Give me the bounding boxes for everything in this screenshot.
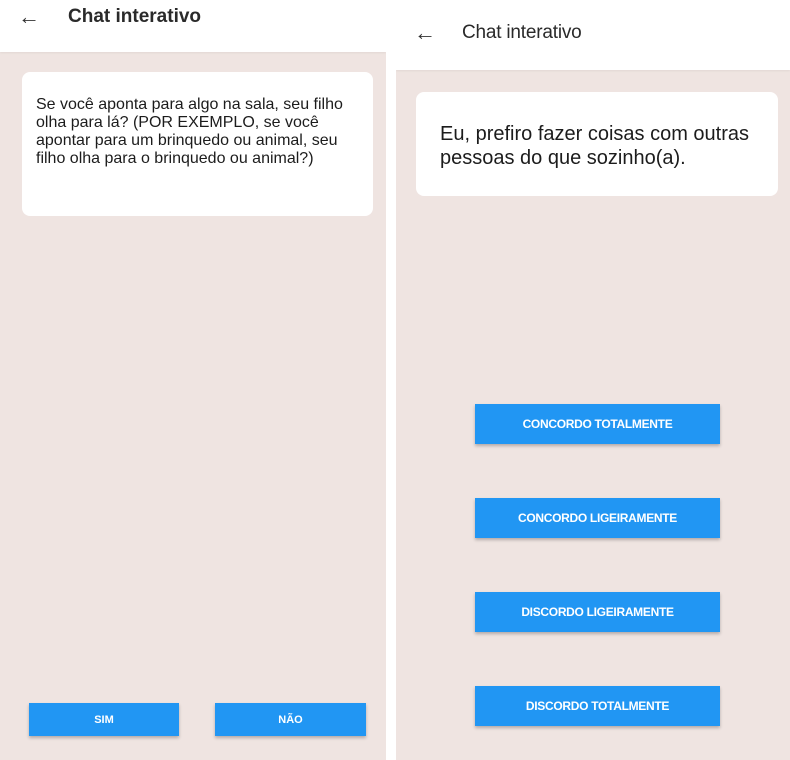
question-text: Se você aponta para algo na sala, seu fi… (36, 96, 343, 167)
question-bubble: Se você aponta para algo na sala, seu fi… (22, 72, 373, 216)
discordo-ligeiramente-button[interactable]: DISCORDO LIGEIRAMENTE (475, 592, 720, 632)
app-bar: ← Chat interativo (396, 0, 790, 70)
discordo-totalmente-button[interactable]: DISCORDO TOTALMENTE (475, 686, 720, 726)
question-text: Eu, prefiro fazer coisas com outras pess… (440, 123, 750, 169)
chat-screen-left: ← Chat interativo Se você aponta para al… (0, 0, 386, 760)
nao-button[interactable]: NÃO (215, 703, 366, 736)
chat-screen-right: ← Chat interativo Eu, prefiro fazer cois… (396, 0, 790, 760)
sim-button[interactable]: SIM (29, 703, 179, 736)
page-title: Chat interativo (68, 6, 202, 27)
app-bar: ← Chat interativo (0, 0, 386, 52)
arrow-left-icon[interactable]: ← (414, 22, 436, 44)
arrow-left-icon[interactable]: ← (18, 6, 40, 28)
concordo-totalmente-button[interactable]: CONCORDO TOTALMENTE (475, 404, 720, 444)
screen-divider (386, 0, 396, 760)
question-bubble: Eu, prefiro fazer coisas com outras pess… (416, 92, 778, 196)
page-title: Chat interativo (462, 22, 582, 43)
concordo-ligeiramente-button[interactable]: CONCORDO LIGEIRAMENTE (475, 498, 720, 538)
